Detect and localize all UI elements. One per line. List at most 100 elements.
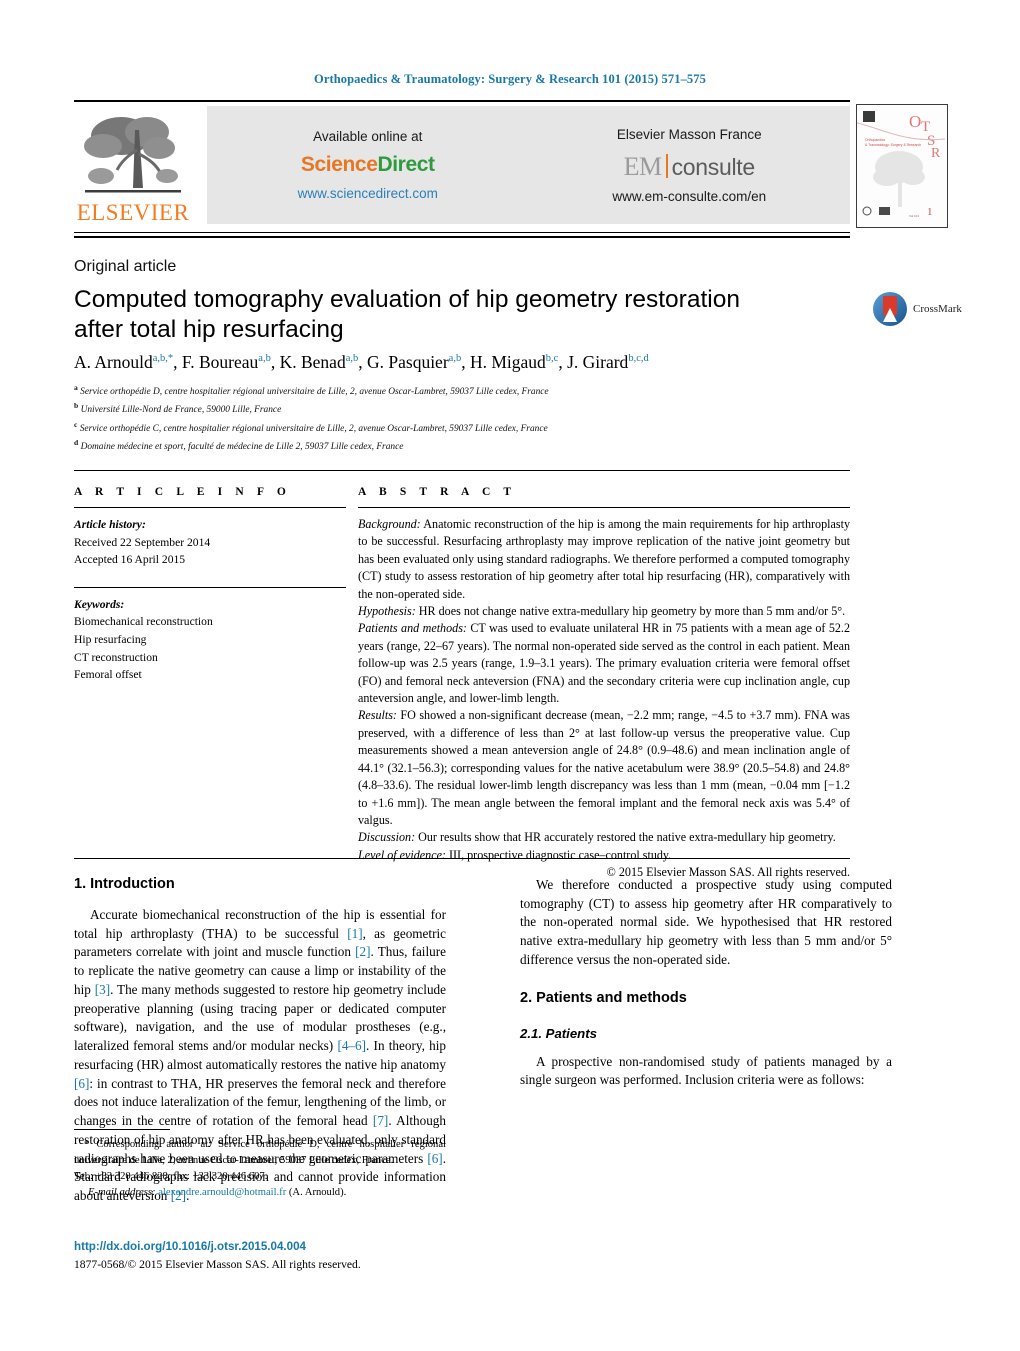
corresponding-author-note: * Corresponding author at: Service ortho… bbox=[74, 1139, 446, 1166]
emconsulte-block[interactable]: Elsevier Masson France EM consulte www.em… bbox=[529, 106, 851, 224]
keyword-item: Hip resurfacing bbox=[74, 633, 147, 647]
affiliation-text: Service orthopédie C, centre hospitalier… bbox=[79, 423, 548, 434]
affiliation-marker: d bbox=[74, 438, 79, 448]
journal-cover-thumbnail: O T S R Orthopaedics & Traumatology: Sur… bbox=[856, 104, 948, 228]
header-rule bbox=[74, 100, 850, 102]
abstract-rule bbox=[358, 507, 850, 508]
abstract-column: A B S T R A C T Background: Anatomic rec… bbox=[358, 486, 850, 882]
abstract-patients-label: Patients and methods: bbox=[358, 621, 467, 636]
running-head: Orthopaedics & Traumatology: Surgery & R… bbox=[314, 72, 706, 86]
consulte-text: consulte bbox=[671, 153, 756, 180]
affiliation-list: a Service orthopédie D, centre hospitali… bbox=[74, 382, 874, 455]
affiliation-item: d Domaine médecine et sport, faculté de … bbox=[74, 437, 874, 455]
footnote-block: * Corresponding author at: Service ortho… bbox=[74, 1137, 446, 1201]
emconsulte-wordmark: EM consulte bbox=[623, 151, 756, 181]
elsevier-tree-icon bbox=[84, 117, 181, 193]
sciencedirect-block[interactable]: Available online at ScienceDirect www.sc… bbox=[207, 106, 529, 224]
svg-text:1: 1 bbox=[927, 206, 933, 218]
article-history-block: Article history: Received 22 September 2… bbox=[74, 516, 346, 569]
keyword-item: Biomechanical reconstruction bbox=[74, 615, 213, 629]
citation-ref-6[interactable]: [7] bbox=[373, 1113, 388, 1128]
article-info-rule bbox=[74, 507, 346, 508]
author-list: A. Arnoulda,b,*, F. Boureaua,b, K. Benad… bbox=[74, 352, 649, 372]
abstract-evidence-text: III, prospective diagnostic case–control… bbox=[445, 847, 672, 862]
abstract-background: Background: Anatomic reconstruction of t… bbox=[358, 516, 850, 603]
crossmark-badge[interactable]: CrossMark bbox=[872, 288, 968, 330]
abstract-hypothesis-text: HR does not change native extra-medullar… bbox=[415, 604, 846, 619]
keywords-rule bbox=[74, 586, 346, 588]
banner-bottom-rule-thin bbox=[74, 232, 850, 233]
introduction-paragraph-2: We therefore conducted a prospective stu… bbox=[520, 877, 892, 967]
keyword-item: CT reconstruction bbox=[74, 650, 158, 664]
email-suffix: (A. Arnould). bbox=[286, 1186, 347, 1198]
abstract-results-label: Results: bbox=[358, 708, 397, 723]
emconsulte-url[interactable]: www.em-consulte.com/en bbox=[612, 189, 766, 204]
abstract-discussion-label: Discussion: bbox=[358, 830, 416, 845]
section-heading-introduction: 1. Introduction bbox=[74, 876, 175, 892]
abstract-background-label: Background: bbox=[358, 517, 421, 531]
received-date: Received 22 September 2014 bbox=[74, 535, 211, 549]
telephone-note: Tel.: +33 320 446 828; fax: +33 320 446 … bbox=[74, 1170, 268, 1182]
doi-link[interactable]: http://dx.doi.org/10.1016/j.otsr.2015.04… bbox=[74, 1240, 494, 1253]
sciencedirect-url[interactable]: www.sciencedirect.com bbox=[298, 186, 438, 201]
article-history-label: Article history: bbox=[74, 518, 146, 531]
em-text: EM bbox=[623, 151, 663, 181]
affiliation-item: b Université Lille-Nord de France, 59000… bbox=[74, 400, 874, 418]
affiliation-text: Université Lille-Nord de France, 59000 L… bbox=[80, 405, 282, 416]
section-heading-patients-and-methods: 2. Patients and methods bbox=[520, 989, 687, 1006]
subsection-heading-patients: 2.1. Patients bbox=[520, 1025, 597, 1041]
svg-text:O: O bbox=[909, 112, 921, 131]
citation-ref-3[interactable]: [3] bbox=[95, 982, 110, 997]
abstract-section-top-rule bbox=[74, 470, 850, 471]
email-label: E-mail address: bbox=[88, 1186, 156, 1198]
svg-text:R: R bbox=[931, 146, 941, 161]
elsevier-wordmark: ELSEVIER bbox=[76, 200, 190, 225]
citation-ref-5[interactable]: [6] bbox=[74, 1076, 89, 1091]
citation-ref-4[interactable]: [4–6] bbox=[337, 1038, 366, 1053]
sciencedirect-wordmark: ScienceDirect bbox=[301, 153, 435, 177]
elsevier-masson-label: Elsevier Masson France bbox=[616, 126, 762, 142]
page-title: Computed tomography evaluation of hip ge… bbox=[74, 286, 740, 344]
article-info-column: A R T I C L E I N F O Article history: R… bbox=[74, 486, 346, 684]
keyword-item: Femoral offset bbox=[74, 668, 142, 682]
svg-text:Orthopaedics: Orthopaedics bbox=[865, 138, 885, 142]
banner-grey-panel: Available online at ScienceDirect www.sc… bbox=[207, 106, 850, 224]
journal-article-page: Orthopaedics & Traumatology: Surgery & R… bbox=[0, 0, 1020, 1351]
keywords-block: Keywords: Biomechanical reconstruction H… bbox=[74, 596, 346, 684]
banner-bottom-rule-thick bbox=[74, 236, 850, 238]
sciencedirect-direct-text: Direct bbox=[377, 153, 435, 176]
body-column-right: We therefore conducted a prospective stu… bbox=[520, 876, 892, 1090]
abstract-results: Results: FO showed a non-significant dec… bbox=[358, 707, 850, 829]
svg-text:Vol 101: Vol 101 bbox=[909, 214, 919, 218]
sciencedirect-science-text: Science bbox=[300, 153, 378, 176]
affiliation-marker: a bbox=[74, 383, 78, 392]
abstract-results-text: FO showed a non-significant decrease (me… bbox=[358, 708, 850, 827]
abstract-evidence: Level of evidence: III, prospective diag… bbox=[358, 847, 850, 864]
em-divider-bar bbox=[665, 153, 668, 178]
email-note: E-mail address: alexandre.arnould@hotmai… bbox=[74, 1185, 446, 1201]
abstract-heading: A B S T R A C T bbox=[358, 486, 517, 498]
citation-ref-1[interactable]: [1] bbox=[347, 926, 362, 941]
affiliation-marker: c bbox=[74, 419, 78, 429]
journal-cover-image: O T S R Orthopaedics & Traumatology: Sur… bbox=[857, 105, 946, 225]
issn-copyright: 1877-0568/© 2015 Elsevier Masson SAS. Al… bbox=[74, 1258, 361, 1271]
available-online-label: Available online at bbox=[313, 129, 423, 144]
footnote-rule bbox=[74, 1129, 170, 1130]
affiliation-text: Service orthopédie D, centre hospitalier… bbox=[80, 387, 549, 398]
accepted-date: Accepted 16 April 2015 bbox=[74, 553, 186, 567]
abstract-discussion: Discussion: Our results show that HR acc… bbox=[358, 829, 850, 846]
affiliation-marker: b bbox=[74, 401, 79, 411]
publisher-banner: ELSEVIER Available online at ScienceDire… bbox=[74, 104, 948, 228]
abstract-patients: Patients and methods: CT was used to eva… bbox=[358, 620, 850, 707]
abstract-section-bottom-rule bbox=[74, 858, 850, 859]
keywords-label: Keywords: bbox=[74, 597, 125, 611]
citation-ref-2[interactable]: [2] bbox=[355, 944, 370, 959]
article-type-label: Original article bbox=[74, 258, 177, 275]
patients-paragraph-1: A prospective non-randomised study of pa… bbox=[520, 1053, 892, 1088]
abstract-discussion-text: Our results show that HR accurately rest… bbox=[415, 830, 836, 845]
affiliation-item: a Service orthopédie D, centre hospitali… bbox=[74, 382, 874, 400]
crossmark-icon bbox=[873, 292, 907, 326]
affiliation-item: c Service orthopédie C, centre hospitali… bbox=[74, 419, 874, 437]
email-link[interactable]: alexandre.arnould@hotmail.fr bbox=[158, 1187, 286, 1198]
